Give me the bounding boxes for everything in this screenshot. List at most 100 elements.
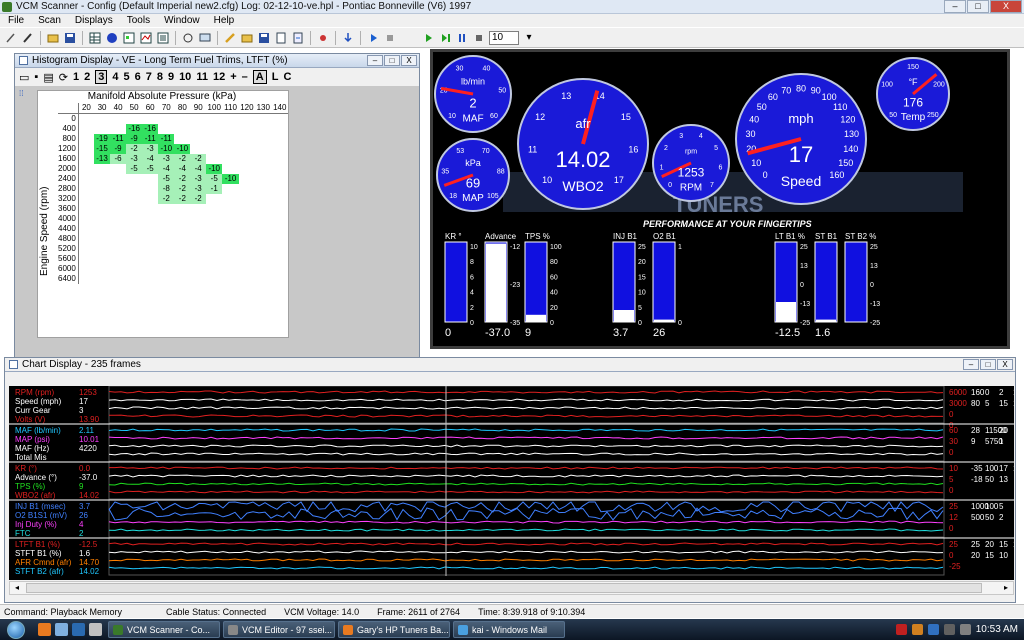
grid-cell[interactable]	[158, 244, 174, 254]
grid-cell[interactable]	[190, 264, 206, 274]
lock-button[interactable]: L	[272, 71, 279, 83]
grid-cell[interactable]	[206, 274, 222, 284]
grid-cell[interactable]	[239, 244, 255, 254]
list-icon[interactable]	[156, 31, 170, 45]
grid-cell[interactable]	[78, 154, 94, 164]
grid-cell[interactable]	[78, 194, 94, 204]
grid-cell[interactable]	[222, 134, 238, 144]
grid-cell[interactable]	[78, 124, 94, 134]
histogram-grid[interactable]: 20 30 40 50 60 70 80 90 100 110 120 130 140 0 400 -16 -1…	[58, 103, 288, 284]
count-button[interactable]: C	[283, 71, 291, 83]
grid-cell[interactable]	[222, 204, 238, 214]
menu-file[interactable]: File	[8, 15, 24, 26]
grid-cell[interactable]	[126, 254, 142, 264]
grid-cell[interactable]	[110, 174, 126, 184]
grid-cell[interactable]	[78, 264, 94, 274]
horizontal-scrollbar[interactable]: ◂ ▸	[9, 581, 1014, 595]
volume-icon[interactable]	[959, 624, 971, 635]
grid-cell[interactable]	[190, 204, 206, 214]
grid-cell[interactable]	[271, 264, 288, 274]
grid-cell[interactable]	[126, 264, 142, 274]
chart-icon[interactable]	[139, 31, 153, 45]
grid-cell[interactable]: -3	[158, 154, 175, 164]
grid-cell[interactable]	[158, 124, 174, 134]
grid-cell[interactable]	[78, 214, 94, 224]
grid-cell[interactable]	[78, 114, 94, 125]
grid-cell[interactable]	[110, 224, 126, 234]
grid-cell[interactable]	[78, 224, 94, 234]
grid-cell[interactable]	[222, 224, 238, 234]
chevron-down-icon[interactable]: ▾	[522, 31, 536, 45]
grid-cell[interactable]	[190, 134, 206, 144]
task-vcm-scanner[interactable]: VCM Scanner - Co...	[108, 621, 220, 638]
grid-cell[interactable]	[110, 194, 126, 204]
grid-cell[interactable]	[206, 114, 222, 125]
export-icon[interactable]	[291, 31, 305, 45]
grid-cell[interactable]	[190, 254, 206, 264]
grid-cell[interactable]	[78, 274, 94, 284]
tray-app-icon[interactable]	[927, 624, 939, 635]
grid-cell[interactable]: -10	[158, 144, 175, 154]
scroll-thumb[interactable]	[26, 583, 982, 593]
grid-cell[interactable]	[239, 174, 255, 184]
grid-cell[interactable]	[94, 224, 110, 234]
grid-cell[interactable]	[78, 204, 94, 214]
grid-cell[interactable]	[126, 114, 142, 125]
grid-cell[interactable]	[142, 224, 158, 234]
grid-cell[interactable]	[255, 124, 271, 134]
grid-cell[interactable]	[222, 124, 238, 134]
grid-cell[interactable]	[190, 124, 206, 134]
add-button[interactable]: +	[230, 71, 236, 83]
subtract-button[interactable]: –	[242, 71, 248, 83]
close-button[interactable]: X	[990, 0, 1022, 13]
grid-cell[interactable]	[239, 254, 255, 264]
grid-cell[interactable]	[94, 214, 110, 224]
step-forward-icon[interactable]	[438, 31, 452, 45]
grid-cell[interactable]	[255, 254, 271, 264]
grid-cell[interactable]	[78, 244, 94, 254]
grid-cell[interactable]	[239, 134, 255, 144]
pencil-icon[interactable]	[223, 31, 237, 45]
grid-cell[interactable]: -4	[142, 154, 159, 164]
grid-cell[interactable]	[222, 194, 238, 204]
grid-cell[interactable]	[174, 114, 190, 125]
grid-cell[interactable]	[190, 144, 206, 154]
grid-cell[interactable]	[222, 184, 238, 194]
grid-cell[interactable]	[142, 194, 158, 204]
grid-cell[interactable]	[94, 274, 110, 284]
explorer-icon[interactable]	[55, 623, 68, 636]
grid-cell[interactable]	[158, 224, 174, 234]
grid-cell[interactable]	[110, 274, 126, 284]
minimize-button[interactable]: –	[367, 55, 383, 66]
menu-tools[interactable]: Tools	[127, 15, 150, 26]
table-icon[interactable]	[88, 31, 102, 45]
play-green-icon[interactable]	[421, 31, 435, 45]
grid-cell[interactable]: -9	[110, 144, 127, 154]
grid-cell[interactable]	[271, 154, 288, 164]
chart-canvas[interactable]: RPM (rpm) 1253 Speed (mph) 17 Curr Gear 3 Volt…	[9, 386, 1014, 580]
grid-cell[interactable]: -3	[126, 154, 143, 164]
grid-cell[interactable]	[78, 144, 94, 154]
grid-cell[interactable]: -11	[158, 134, 175, 144]
grid-cell[interactable]: -2	[190, 154, 207, 164]
grid-cell[interactable]	[94, 264, 110, 274]
grid-cell[interactable]	[271, 164, 288, 174]
grid-cell[interactable]	[255, 224, 271, 234]
grid-cell[interactable]	[78, 174, 94, 184]
grid-cell[interactable]	[255, 274, 271, 284]
grid-cell[interactable]	[222, 144, 238, 154]
grid-cell[interactable]	[158, 234, 174, 244]
stop-icon[interactable]	[472, 31, 486, 45]
pen-icon[interactable]	[4, 31, 18, 45]
grid-cell[interactable]	[94, 184, 110, 194]
grid-cell[interactable]	[174, 254, 190, 264]
tray-app-icon[interactable]	[895, 624, 907, 635]
grid-cell[interactable]	[206, 224, 222, 234]
grid-cell[interactable]	[126, 174, 142, 184]
grid-cell[interactable]: -10	[222, 174, 239, 184]
print-icon[interactable]: ▤	[43, 71, 53, 84]
pause-icon[interactable]	[455, 31, 469, 45]
grid-cell[interactable]	[239, 234, 255, 244]
grid-cell[interactable]	[271, 114, 288, 125]
grid-cell[interactable]	[110, 164, 126, 174]
